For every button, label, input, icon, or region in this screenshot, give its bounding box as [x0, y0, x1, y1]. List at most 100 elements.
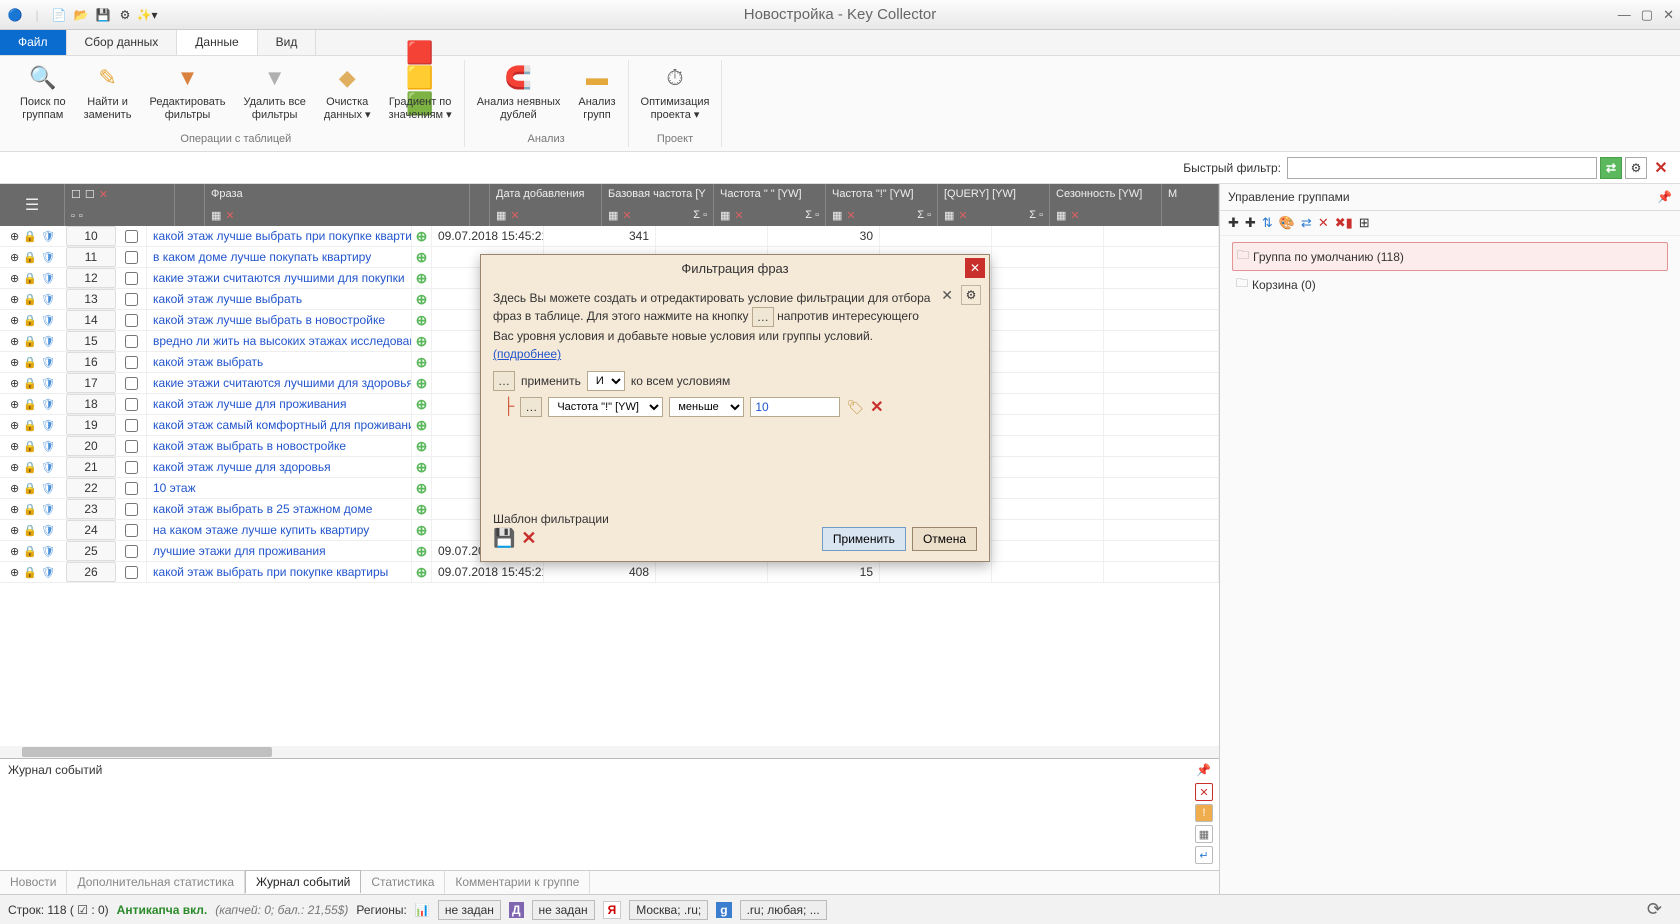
lock-icon[interactable]: 🔒	[23, 440, 37, 453]
col-checkboxes[interactable]: ☐☐✕▫▫	[65, 184, 175, 226]
shield-icon[interactable]: 🛡	[41, 356, 55, 369]
checkbox[interactable]	[125, 419, 138, 432]
row-checkbox[interactable]	[117, 373, 147, 393]
clean-data-button[interactable]: ◆Очистка данных ▾	[316, 60, 379, 133]
checkbox[interactable]	[125, 251, 138, 264]
lock-icon[interactable]: 🔒	[23, 398, 37, 411]
lock-icon[interactable]: 🔒	[23, 545, 37, 558]
shield-icon[interactable]: 🛡	[41, 503, 55, 516]
row-checkbox[interactable]	[117, 268, 147, 288]
row-checkbox[interactable]	[117, 478, 147, 498]
lock-icon[interactable]: 🔒	[23, 314, 37, 327]
btab-stat[interactable]: Статистика	[361, 871, 445, 894]
expand-icon[interactable]: ⊕	[10, 251, 19, 264]
col-settings[interactable]: ☰	[0, 184, 65, 226]
plus-icon[interactable]: ⊕	[416, 354, 428, 371]
btab-comm[interactable]: Комментарии к группе	[445, 871, 590, 894]
expand-icon[interactable]: ⊕	[10, 440, 19, 453]
reload-button[interactable]: ⟳	[1647, 899, 1662, 920]
add-cell[interactable]: ⊕	[412, 352, 432, 372]
expand-icon[interactable]: ⊕	[10, 524, 19, 537]
save-template-icon[interactable]: 💾	[493, 528, 515, 549]
add-cell[interactable]: ⊕	[412, 247, 432, 267]
sort-groups-icon[interactable]: ⇅	[1262, 215, 1273, 231]
row-checkbox[interactable]	[117, 499, 147, 519]
checkbox[interactable]	[125, 503, 138, 516]
phrase-cell[interactable]: какой этаж лучше выбрать	[147, 289, 412, 309]
btab-journal[interactable]: Журнал событий	[245, 870, 361, 893]
shield-icon[interactable]: 🛡	[41, 482, 55, 495]
group-default[interactable]: 🗀 Группа по умолчанию (118)	[1232, 242, 1668, 271]
add-cell[interactable]: ⊕	[412, 457, 432, 477]
col-m[interactable]: М	[1162, 184, 1219, 226]
lock-icon[interactable]: 🔒	[23, 566, 37, 579]
checkbox[interactable]	[125, 335, 138, 348]
plus-icon[interactable]: ⊕	[416, 480, 428, 497]
add-cell[interactable]: ⊕	[412, 289, 432, 309]
add-cell[interactable]: ⊕	[412, 415, 432, 435]
row-checkbox[interactable]	[117, 541, 147, 561]
plus-icon[interactable]: ⊕	[416, 249, 428, 266]
lock-icon[interactable]: 🔒	[23, 293, 37, 306]
lock-icon[interactable]: 🔒	[23, 503, 37, 516]
d-icon[interactable]: Д	[509, 902, 524, 918]
add-cell[interactable]: ⊕	[412, 310, 432, 330]
add-cell[interactable]: ⊕	[412, 436, 432, 456]
checkbox[interactable]	[125, 356, 138, 369]
phrase-cell[interactable]: какой этаж лучше для проживания	[147, 394, 412, 414]
add-cell[interactable]: ⊕	[412, 373, 432, 393]
region-2[interactable]: не задан	[532, 900, 595, 920]
pin-icon[interactable]: 📌	[1657, 190, 1672, 204]
root-ellipsis-button[interactable]: …	[493, 371, 515, 391]
tree-icon[interactable]: ⊞	[1359, 215, 1370, 231]
shield-icon[interactable]: 🛡	[41, 314, 55, 327]
phrase-cell[interactable]: какой этаж лучше выбрать при покупке ква…	[147, 226, 412, 246]
ya-icon[interactable]: Я	[603, 901, 622, 919]
checkbox[interactable]	[125, 545, 138, 558]
checkbox[interactable]	[125, 314, 138, 327]
value-input[interactable]	[750, 397, 840, 417]
lock-icon[interactable]: 🔒	[23, 524, 37, 537]
more-link[interactable]: (подробнее)	[493, 347, 561, 361]
expand-icon[interactable]: ⊕	[10, 482, 19, 495]
tag-icon[interactable]: 🏷	[846, 399, 864, 416]
lock-icon[interactable]: 🔒	[23, 272, 37, 285]
modal-dismiss-icon[interactable]: ✕	[941, 287, 953, 304]
btab-dopstat[interactable]: Дополнительная статистика	[67, 871, 245, 894]
remove-icon[interactable]: ✕	[1318, 215, 1329, 231]
plus-icon[interactable]: ⊕	[416, 396, 428, 413]
expand-icon[interactable]: ⊕	[10, 335, 19, 348]
row-checkbox[interactable]	[117, 310, 147, 330]
tab-file[interactable]: Файл	[0, 30, 67, 55]
apply-button[interactable]: Применить	[822, 527, 906, 551]
remove-cond-icon[interactable]: ✕	[870, 397, 883, 417]
journal-warn-button[interactable]: !	[1195, 804, 1213, 822]
col-freq-quote[interactable]: Частота " " [YW]▦✕Σ ▫	[714, 184, 826, 226]
merge-icon[interactable]: ⇄	[1301, 215, 1312, 231]
new-file-icon[interactable]: 📄	[50, 6, 68, 24]
checkbox[interactable]	[125, 566, 138, 579]
clear-filters-button[interactable]: ▼Удалить все фильтры	[235, 60, 313, 133]
region-1[interactable]: не задан	[438, 900, 501, 920]
table-row[interactable]: ⊕🔒🛡26какой этаж выбрать при покупке квар…	[0, 562, 1219, 583]
delete-group-icon[interactable]: ✖▮	[1335, 215, 1353, 231]
col-freq-exact[interactable]: Частота "!" [YW]▦✕Σ ▫	[826, 184, 938, 226]
phrase-cell[interactable]: какой этаж выбрать при покупке квартиры	[147, 562, 412, 582]
col-base-freq[interactable]: Базовая частота [Y▦✕Σ ▫	[602, 184, 714, 226]
shield-icon[interactable]: 🛡	[41, 293, 55, 306]
lock-icon[interactable]: 🔒	[23, 230, 37, 243]
expand-icon[interactable]: ⊕	[10, 566, 19, 579]
add-cell[interactable]: ⊕	[412, 499, 432, 519]
tab-sbor[interactable]: Сбор данных	[67, 30, 178, 55]
row-checkbox[interactable]	[117, 289, 147, 309]
add-cell[interactable]: ⊕	[412, 520, 432, 540]
row-checkbox[interactable]	[117, 415, 147, 435]
checkbox[interactable]	[125, 440, 138, 453]
phrase-cell[interactable]: 10 этаж	[147, 478, 412, 498]
expand-icon[interactable]: ⊕	[10, 314, 19, 327]
shield-icon[interactable]: 🛡	[41, 377, 55, 390]
add-cell[interactable]: ⊕	[412, 541, 432, 561]
phrase-cell[interactable]: какой этаж лучше выбрать в новостройке	[147, 310, 412, 330]
phrase-cell[interactable]: какие этажи считаются лучшими для здоров…	[147, 373, 412, 393]
modal-settings-button[interactable]: ⚙	[961, 285, 981, 305]
